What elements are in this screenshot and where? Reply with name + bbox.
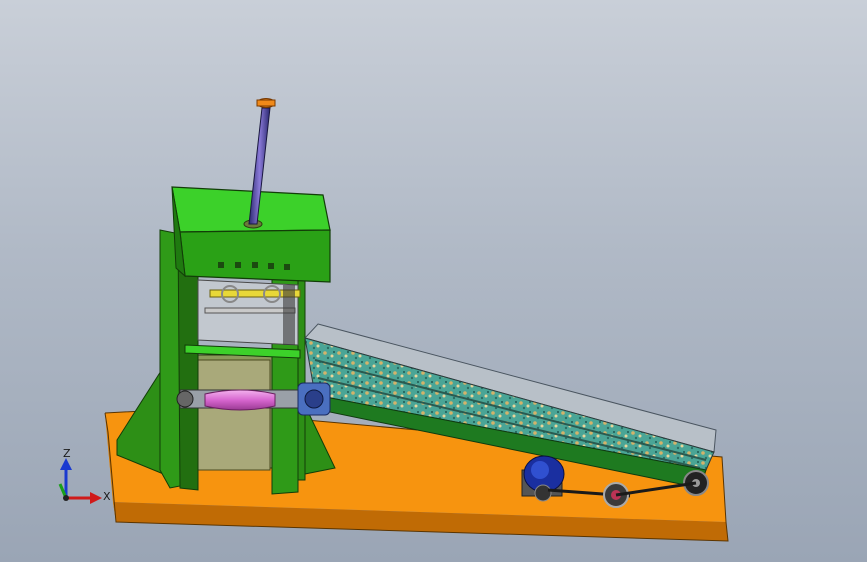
roller-lower [204,307,296,314]
triad-origin [63,495,69,501]
rod-cap-side [256,99,276,107]
axis-triad: Z X [58,447,111,504]
z-axis-label: Z [63,447,71,460]
drive-shaft[interactable] [176,389,301,411]
top-box[interactable] [171,186,331,283]
shaft-body [204,389,276,411]
shaft-coupling-left [176,390,194,408]
frame-motor[interactable] [297,382,331,416]
hopper-inner [192,359,271,471]
assembly-model[interactable]: Z X [0,0,867,562]
chain-guard [283,285,295,345]
x-axis-arrow-icon [90,492,102,504]
x-axis-label: X [103,490,111,503]
top-box-front [179,229,331,283]
motor-pulley [534,484,552,502]
cad-viewport[interactable]: Z X [0,0,867,562]
